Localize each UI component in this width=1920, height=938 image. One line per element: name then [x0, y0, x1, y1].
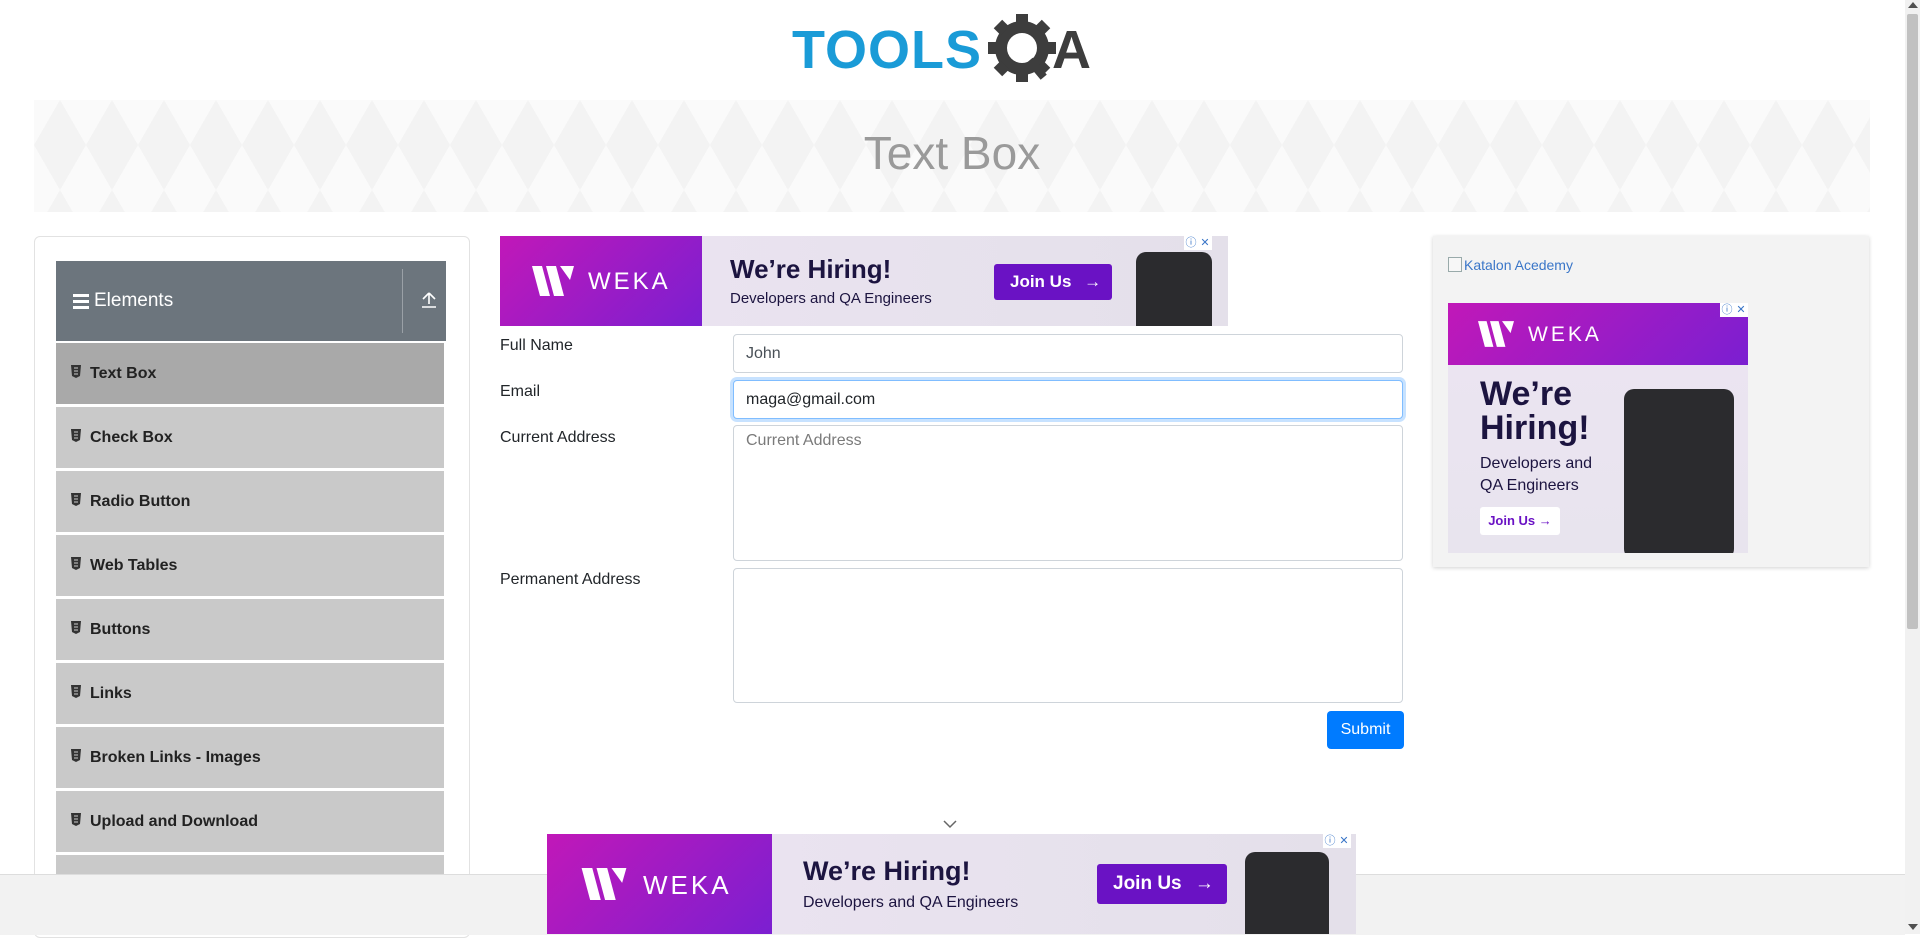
ad-banner-top[interactable]: WEKA We’re Hiring! Developers and QA Eng… [500, 236, 1228, 326]
ad-join-label: Join Us [1010, 272, 1072, 291]
ad-subline: Developers and QA Engineers [1480, 453, 1592, 497]
sidebar-item-label: Check Box [90, 429, 173, 446]
weka-logo-icon [581, 868, 627, 900]
sidebar-item-label: Text Box [90, 365, 157, 382]
ad-headline: We’re Hiring! [730, 254, 892, 284]
sidebar-item-label: Radio Button [90, 493, 191, 510]
ad-join-label: Join Us [1113, 873, 1182, 894]
ad-banner-bottom[interactable]: WEKA We’re Hiring! Developers and QA Eng… [547, 834, 1356, 934]
ad-join-button[interactable]: Join Us → [1480, 507, 1560, 535]
sidebar-item-radio-button[interactable]: Radio Button [56, 471, 444, 533]
sidebar-item-upload-download[interactable]: Upload and Download [56, 791, 444, 853]
ad-headline-line2: Hiring! [1480, 409, 1590, 447]
sidebar-item-web-tables[interactable]: Web Tables [56, 535, 444, 597]
sidebar-item-broken-links[interactable]: Broken Links - Images [56, 727, 444, 789]
toolsqa-logo[interactable]: TOOLS A [790, 12, 1116, 92]
logo-text-left: TOOLS [792, 20, 982, 80]
email-label: Email [500, 383, 541, 400]
backpack-image [1136, 252, 1212, 326]
arrow-right-icon: → [1084, 272, 1102, 291]
current-address-label: Current Address [500, 429, 616, 446]
html5-icon [71, 685, 81, 698]
permanent-address-textarea[interactable] [733, 568, 1403, 703]
html5-icon [71, 621, 81, 634]
logo-graphic: TOOLS A [792, 14, 1091, 82]
hamburger-icon [73, 294, 89, 309]
submit-button[interactable]: Submit [1327, 711, 1404, 749]
sidebar-item-buttons[interactable]: Buttons [56, 599, 444, 661]
page-title: Text Box [863, 127, 1041, 179]
full-name-label: Full Name [500, 337, 573, 354]
html5-icon [71, 429, 81, 442]
sidebar-group-divider [402, 269, 403, 333]
sidebar-group-elements[interactable]: Elements [56, 261, 446, 341]
ad-info-icon[interactable]: ⓘ [1184, 236, 1198, 250]
weka-logo-icon [1478, 321, 1514, 347]
ad-headline-line1: We’re [1480, 375, 1572, 413]
ad-brand-panel: WEKA [500, 236, 702, 326]
sidebar-item-label: Broken Links - Images [90, 749, 261, 766]
sidebar-item-label: Upload and Download [90, 813, 258, 830]
sidebar-item-links[interactable]: Links [56, 663, 444, 725]
ad-headline: We’re Hiring! [803, 856, 971, 886]
ad-headline: We’re Hiring! [1480, 377, 1590, 445]
ad-info-icon[interactable]: ⓘ [1323, 834, 1337, 848]
sidebar-item-check-box[interactable]: Check Box [56, 407, 444, 469]
backpack-image [1624, 389, 1734, 553]
permanent-address-label: Permanent Address [500, 571, 641, 588]
html5-icon [71, 493, 81, 506]
current-address-textarea[interactable] [733, 425, 1403, 561]
ad-join-button[interactable]: Join Us → [1097, 864, 1227, 904]
ad-subline: Developers and QA Engineers [803, 894, 1019, 911]
sidebar-item-label: Buttons [90, 621, 151, 638]
scroll-up-arrow-icon[interactable] [1908, 2, 1918, 8]
ad-brand-panel: WEKA [1448, 303, 1748, 365]
html5-icon [71, 813, 81, 826]
ad-brand-panel: WEKA [547, 834, 772, 934]
page-banner: Text Box [34, 100, 1870, 212]
html5-icon [71, 557, 81, 570]
ad-info-icon[interactable]: ⓘ [1720, 303, 1734, 317]
katalon-alt-text: Katalon Acedemy [1464, 257, 1573, 273]
full-name-input[interactable] [733, 334, 1403, 373]
arrow-right-icon: → [1194, 873, 1214, 894]
ad-brand-name: WEKA [588, 268, 671, 295]
ad-subline-line2: QA Engineers [1480, 477, 1579, 494]
broken-image-icon [1448, 257, 1462, 272]
weka-logo-icon [532, 266, 574, 296]
email-input[interactable] [733, 380, 1403, 419]
scroll-down-arrow-icon[interactable] [1908, 924, 1918, 930]
ad-join-label: Join Us [1488, 513, 1536, 528]
sidebar-item-label: Links [90, 685, 132, 702]
chevron-down-icon[interactable] [942, 818, 958, 830]
html5-icon [71, 749, 81, 762]
sidebar-group-title: Elements [94, 290, 174, 311]
ad-subline-line1: Developers and [1480, 455, 1593, 472]
katalon-broken-image-link[interactable]: Katalon Acedemy [1448, 257, 1573, 273]
ad-brand-name: WEKA [643, 870, 732, 900]
arrow-right-icon: → [1538, 513, 1552, 528]
sidebar-item-label: Web Tables [90, 557, 178, 574]
backpack-image [1245, 852, 1329, 934]
ad-close-icon[interactable]: ✕ [1337, 834, 1351, 848]
ad-banner-right[interactable]: WEKA We’re Hiring! Developers and QA Eng… [1448, 303, 1748, 553]
gear-magnifier-icon [988, 14, 1056, 82]
logo-text-right: A [1052, 20, 1091, 80]
ad-subline: Developers and QA Engineers [730, 290, 932, 307]
html5-icon [71, 365, 81, 378]
scrollbar-thumb[interactable] [1907, 14, 1918, 629]
ad-close-icon[interactable]: ✕ [1734, 303, 1748, 317]
sidebar-item-text-box[interactable]: Text Box [56, 343, 444, 405]
ad-join-button[interactable]: Join Us → [994, 264, 1112, 300]
upload-arrow-icon[interactable] [420, 291, 438, 309]
ad-close-icon[interactable]: ✕ [1198, 236, 1212, 250]
ad-brand-name: WEKA [1528, 323, 1602, 346]
